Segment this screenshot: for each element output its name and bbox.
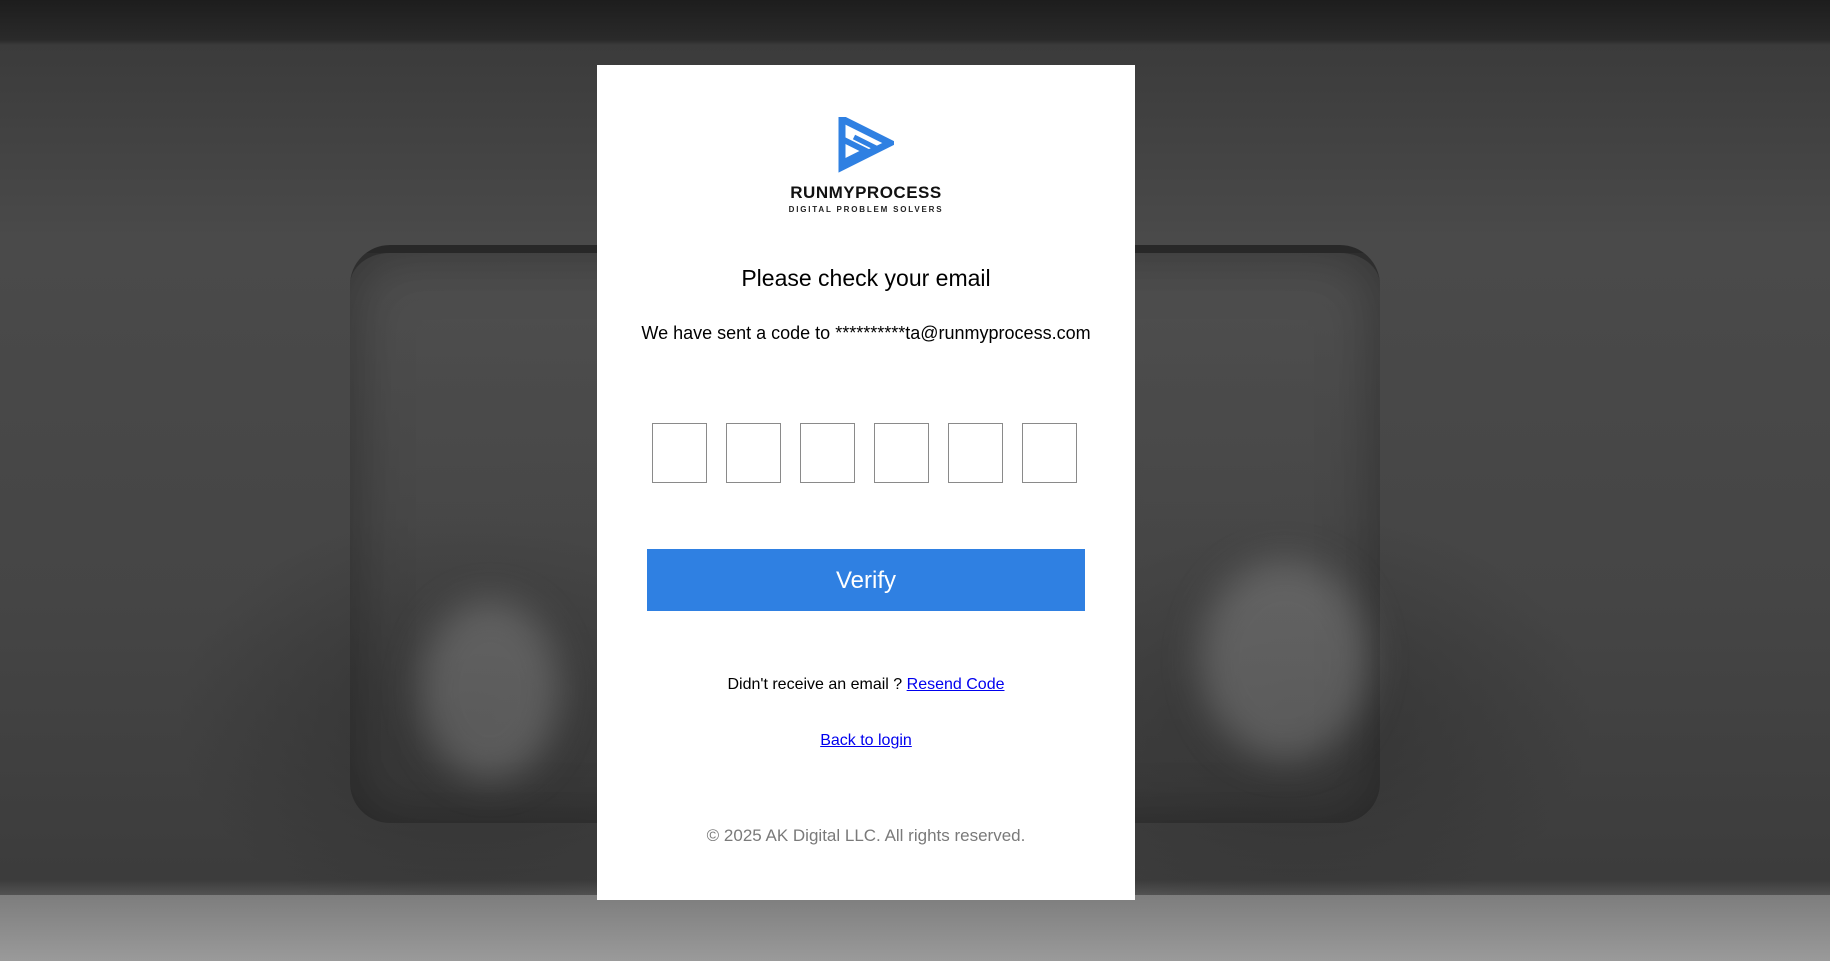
copyright-footer: © 2025 AK Digital LLC. All rights reserv… (706, 826, 1026, 845)
play-arrow-logo-icon (838, 117, 894, 173)
background-blur-figure-left (420, 600, 560, 780)
back-to-login-link[interactable]: Back to login (820, 732, 912, 749)
sent-code-message: We have sent a code to **********ta@runm… (641, 323, 1091, 343)
resend-prompt: Didn't receive an email ? (727, 676, 907, 693)
otp-digit-3[interactable] (800, 423, 855, 483)
otp-code-group (652, 423, 1080, 485)
resend-row: Didn't receive an email ? Resend Code (597, 674, 1135, 696)
brand-name: RUNMYPROCESS (790, 183, 942, 202)
otp-digit-6[interactable] (1022, 423, 1077, 483)
background-blur-figure-right (1200, 560, 1370, 760)
back-row: Back to login (597, 730, 1135, 752)
page-title: Please check your email (741, 265, 991, 291)
otp-digit-5[interactable] (948, 423, 1003, 483)
background-floor (0, 895, 1830, 961)
otp-digit-4[interactable] (874, 423, 929, 483)
verification-card: RUNMYPROCESS DIGITAL PROBLEM SOLVERS Ple… (597, 65, 1135, 900)
verify-button[interactable]: Verify (647, 549, 1085, 611)
otp-digit-2[interactable] (726, 423, 781, 483)
resend-code-link[interactable]: Resend Code (907, 676, 1005, 693)
brand-logo: RUNMYPROCESS DIGITAL PROBLEM SOLVERS (597, 117, 1135, 221)
otp-digit-1[interactable] (652, 423, 707, 483)
brand-tagline: DIGITAL PROBLEM SOLVERS (788, 205, 944, 214)
